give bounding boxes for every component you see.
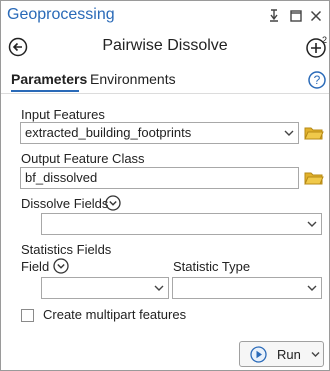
add-icon: 2	[306, 35, 327, 58]
input-features-dropdown[interactable]: extracted_building_footprints	[20, 122, 299, 144]
active-tab-indicator	[11, 90, 79, 92]
run-label: Run	[277, 347, 301, 362]
chevron-down-icon[interactable]	[311, 351, 320, 358]
geoprocessing-pane: Geoprocessing Pairwise Dissolve 2 Parame…	[0, 0, 330, 371]
statistics-fields-label: Statistics Fields	[21, 242, 112, 257]
chevron-down-icon	[105, 195, 121, 211]
auto-hide-pin-icon[interactable]	[266, 8, 282, 24]
input-features-value: extracted_building_footprints	[25, 125, 192, 140]
multipart-label: Create multipart features	[43, 307, 187, 322]
chevron-down-icon	[53, 258, 69, 274]
run-icon	[250, 346, 267, 363]
run-button[interactable]: Run	[239, 341, 324, 367]
add-badge: 2	[322, 35, 327, 45]
dissolve-fields-dropdown[interactable]	[41, 213, 322, 235]
statistic-type-dropdown[interactable]	[172, 277, 322, 299]
statistics-field-dropdown[interactable]	[41, 277, 169, 299]
chevron-down-icon	[154, 285, 164, 291]
folder-icon	[304, 172, 324, 185]
dissolve-fields-label: Dissolve Fields	[21, 196, 109, 211]
maximize-icon[interactable]	[288, 8, 304, 24]
pane-titlebar: Geoprocessing	[1, 1, 329, 31]
statistic-type-column-label: Statistic Type	[173, 259, 251, 274]
browse-output-button[interactable]	[304, 170, 324, 186]
pane-title: Geoprocessing	[7, 6, 115, 23]
field-column-label: Field	[21, 259, 50, 274]
tab-divider	[1, 93, 329, 94]
input-features-label: Input Features	[21, 107, 105, 122]
output-feature-class-label: Output Feature Class	[21, 151, 145, 166]
help-icon: ?	[308, 71, 326, 89]
close-icon[interactable]	[308, 8, 324, 24]
tab-environments[interactable]: Environments	[90, 71, 176, 87]
chevron-down-icon	[307, 285, 317, 291]
add-tool-button[interactable]: 2	[305, 35, 329, 59]
chevron-down-icon	[307, 221, 317, 227]
tool-title: Pairwise Dissolve	[102, 37, 228, 54]
dissolve-fields-expand-button[interactable]	[105, 195, 121, 211]
output-feature-class-value: bf_dissolved	[25, 170, 98, 185]
multipart-checkbox[interactable]	[21, 309, 34, 322]
folder-icon	[304, 127, 324, 140]
tab-parameters[interactable]: Parameters	[11, 71, 87, 87]
field-expand-button[interactable]	[53, 258, 69, 274]
help-button[interactable]: ?	[308, 71, 326, 89]
svg-text:?: ?	[314, 73, 321, 87]
browse-input-button[interactable]	[304, 125, 324, 141]
chevron-down-icon	[284, 130, 294, 136]
output-feature-class-input[interactable]: bf_dissolved	[20, 167, 299, 189]
